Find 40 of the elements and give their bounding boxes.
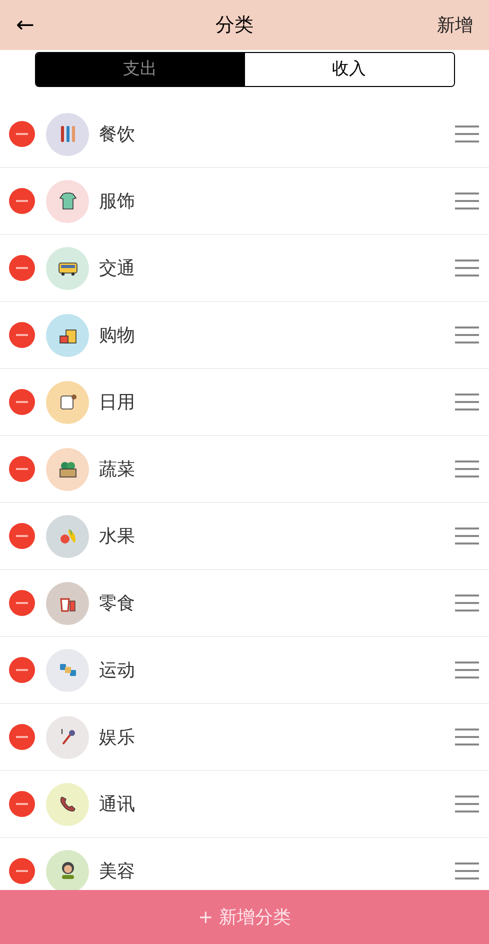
- drag-handle-icon[interactable]: [455, 326, 479, 344]
- delete-button[interactable]: [9, 255, 35, 281]
- category-name: 交通: [99, 256, 136, 280]
- drag-handle-icon[interactable]: [455, 393, 479, 411]
- category-name: 运动: [99, 658, 136, 682]
- category-name: 服饰: [99, 190, 136, 214]
- delete-button[interactable]: [9, 456, 35, 482]
- category-name: 蔬菜: [99, 458, 136, 482]
- back-button[interactable]: ←: [16, 8, 56, 42]
- add-action[interactable]: 新增: [413, 12, 473, 38]
- drag-handle-icon[interactable]: [455, 527, 479, 545]
- delete-button[interactable]: [9, 657, 35, 683]
- delete-button[interactable]: [9, 322, 35, 348]
- delete-button[interactable]: [9, 188, 35, 214]
- delete-button[interactable]: [9, 791, 35, 817]
- drag-handle-icon[interactable]: [455, 125, 479, 143]
- delete-button[interactable]: [9, 724, 35, 750]
- category-name: 美容: [99, 860, 136, 884]
- drag-handle-icon[interactable]: [455, 460, 479, 478]
- delete-button[interactable]: [9, 121, 35, 147]
- tab[interactable]: 支出: [36, 53, 244, 86]
- drag-handle-icon[interactable]: [455, 795, 479, 813]
- drag-handle-icon[interactable]: [455, 862, 479, 880]
- category-name: 餐饮: [99, 122, 136, 146]
- drag-handle-icon[interactable]: [455, 192, 479, 210]
- category-name: 日用: [99, 390, 136, 414]
- delete-button[interactable]: [9, 523, 35, 549]
- drag-handle-icon[interactable]: [455, 259, 479, 277]
- delete-button[interactable]: [9, 590, 35, 616]
- drag-handle-icon[interactable]: [455, 594, 479, 612]
- category-name: 通讯: [99, 792, 136, 816]
- category-name: 娱乐: [99, 726, 136, 750]
- category-name: 购物: [99, 324, 136, 348]
- drag-handle-icon[interactable]: [455, 728, 479, 746]
- drag-handle-icon[interactable]: [455, 661, 479, 679]
- delete-button[interactable]: [9, 389, 35, 415]
- category-name: 零食: [99, 592, 136, 616]
- delete-button[interactable]: [9, 858, 35, 884]
- page-title: 分类: [216, 12, 254, 38]
- category-name: 水果: [99, 524, 136, 548]
